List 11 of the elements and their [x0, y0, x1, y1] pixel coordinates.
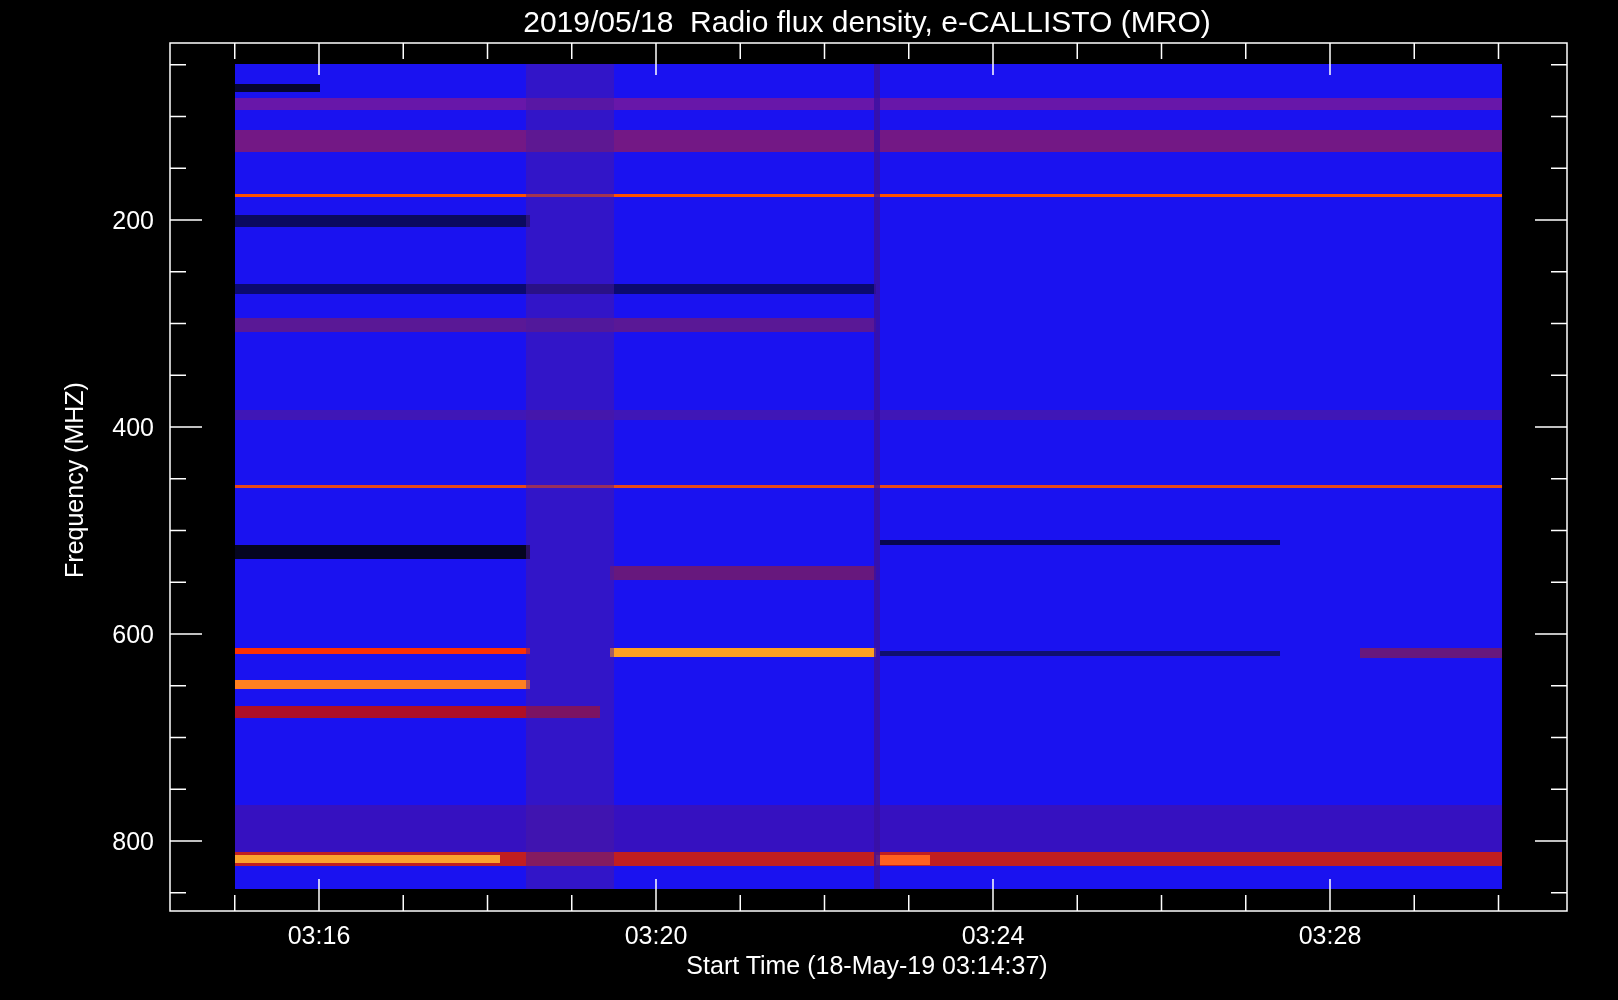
x-axis-label: Start Time (18-May-19 03:14:37) [686, 951, 1048, 979]
x-tick-label: 03:16 [287, 921, 351, 949]
y-tick-label: 200 [112, 206, 154, 234]
y-tick-label: 400 [112, 413, 154, 441]
y-tick-label: 600 [112, 620, 154, 648]
x-tick-label: 03:20 [624, 921, 688, 949]
y-axis-label: Frequency (MHZ) [60, 382, 88, 578]
y-tick-label: 800 [112, 827, 154, 855]
chart-title: 2019/05/18 Radio flux density, e-CALLISTO (MRO) [523, 5, 1211, 38]
x-tick-label: 03:28 [1298, 921, 1362, 949]
x-tick-label: 03:24 [961, 921, 1025, 949]
